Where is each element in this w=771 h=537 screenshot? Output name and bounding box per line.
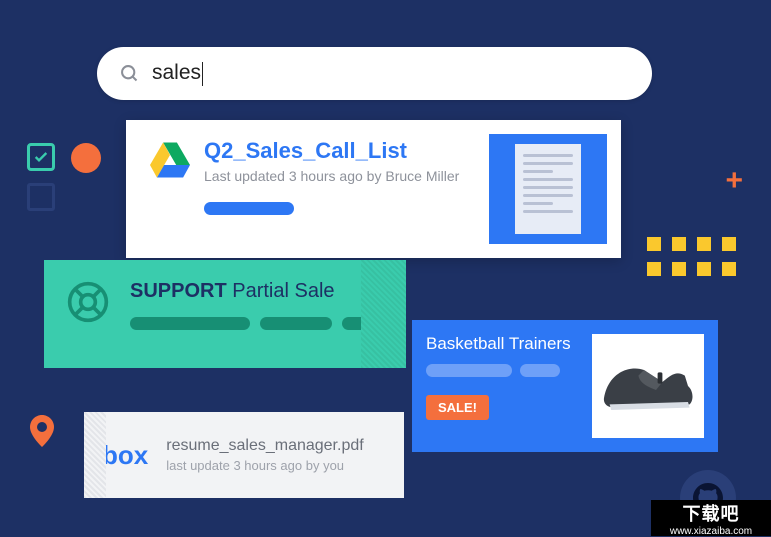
result-subtitle: Last updated 3 hours ago by Bruce Miller <box>204 168 489 184</box>
texture-decor <box>84 412 106 498</box>
sneaker-icon <box>600 356 696 416</box>
dot-grid-decor <box>647 237 736 276</box>
result-card-box[interactable]: box resume_sales_manager.pdf last update… <box>84 412 404 498</box>
result-title: Q2_Sales_Call_List <box>204 138 489 164</box>
search-bar[interactable]: sales <box>97 47 652 100</box>
meta-pills <box>130 317 372 330</box>
search-query-text: sales <box>152 61 201 84</box>
action-pill[interactable] <box>204 202 294 215</box>
result-card-drive[interactable]: Q2_Sales_Call_List Last updated 3 hours … <box>126 120 621 258</box>
text-cursor <box>202 62 203 86</box>
search-icon <box>119 63 140 84</box>
result-title: Basketball Trainers <box>426 334 578 354</box>
result-title: resume_sales_manager.pdf <box>166 437 363 455</box>
watermark: 下载吧 www.xiazaiba.com <box>651 500 771 536</box>
result-card-support[interactable]: SUPPORT Partial Sale <box>44 260 406 368</box>
dot-decor <box>71 143 101 173</box>
result-card-product[interactable]: Basketball Trainers SALE! <box>412 320 718 452</box>
result-title: SUPPORT Partial Sale <box>130 280 372 303</box>
sale-badge: SALE! <box>426 395 489 420</box>
map-pin-icon <box>30 415 54 452</box>
box-logo: box <box>102 440 148 471</box>
product-thumbnail <box>592 334 704 438</box>
result-subtitle: last update 3 hours ago by you <box>166 458 363 473</box>
google-drive-icon <box>150 142 190 178</box>
document-thumbnail <box>489 134 607 244</box>
checkbox-decor <box>27 143 55 171</box>
texture-decor <box>361 260 406 368</box>
lifebuoy-icon <box>66 280 110 324</box>
search-input[interactable]: sales <box>152 61 203 85</box>
plus-icon: + <box>725 164 743 198</box>
square-decor <box>27 183 55 211</box>
meta-pills <box>426 364 578 377</box>
